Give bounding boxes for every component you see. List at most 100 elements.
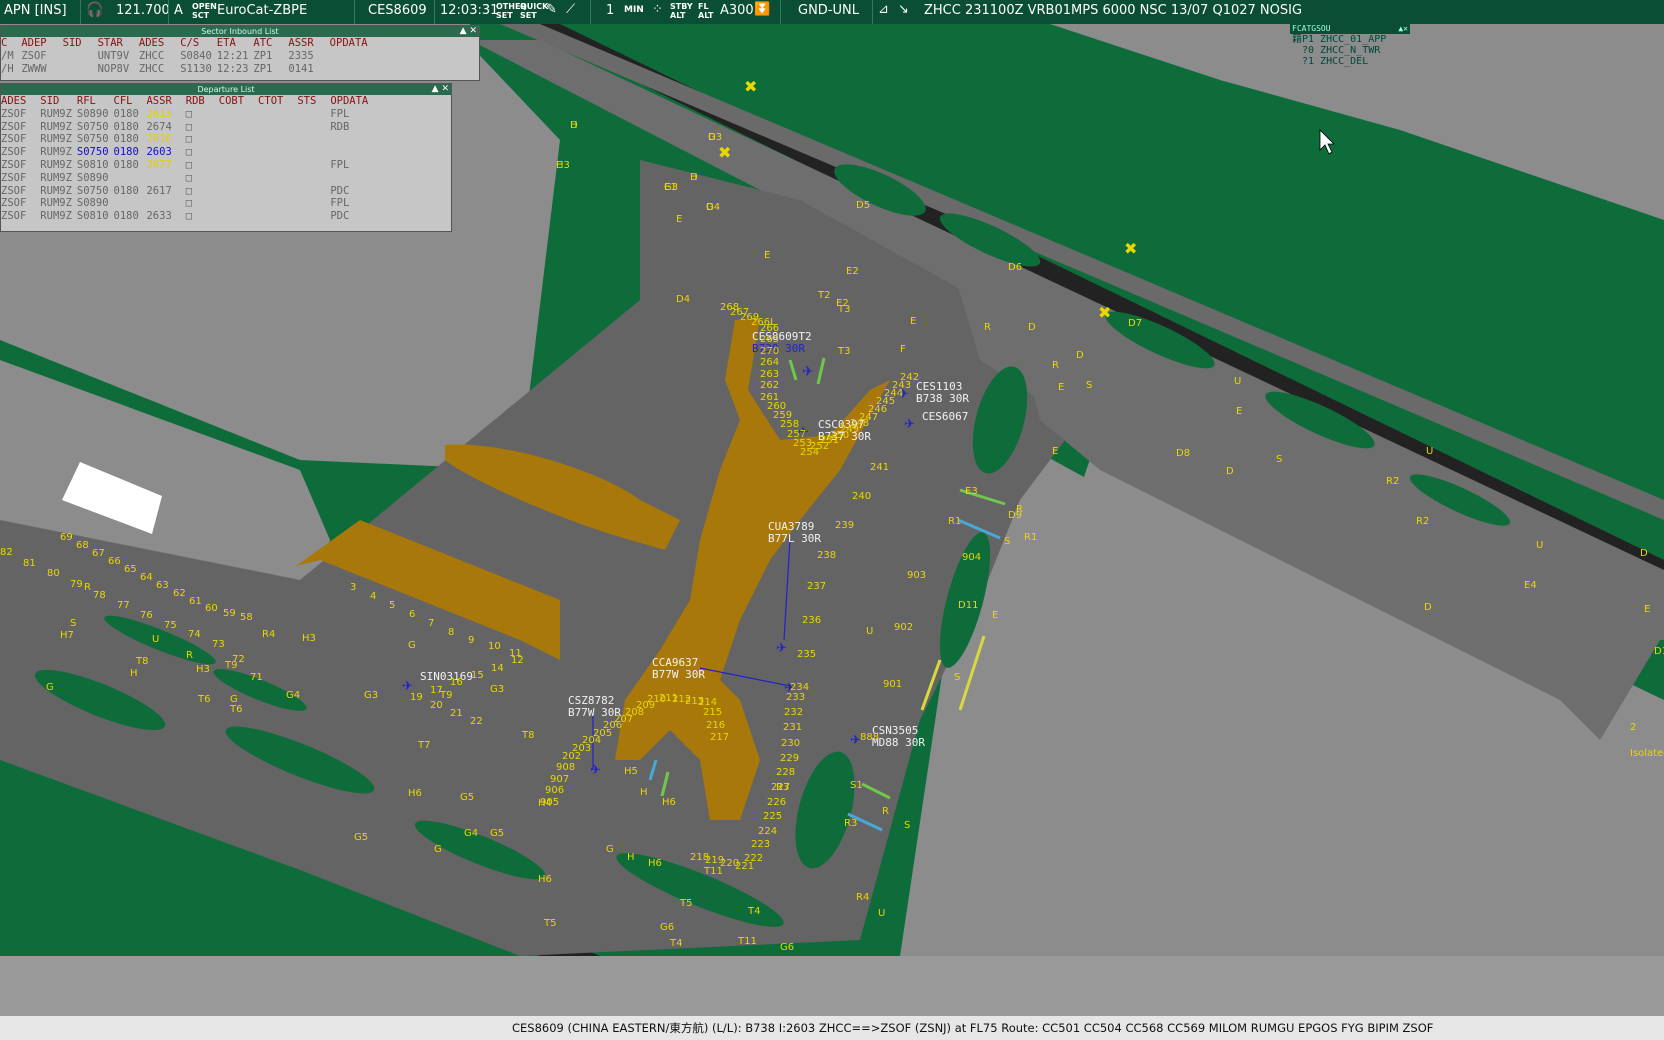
departure-row[interactable]: ZSOF RUM9Z S0750 0180 2603 □ <box>1 146 382 159</box>
fcat-item[interactable]: ?1 ZHCC_DEL <box>1290 56 1410 67</box>
unit-label[interactable]: GND-UNL <box>798 3 859 18</box>
departure-cell-cfl <box>114 172 147 185</box>
pencil-icon[interactable]: ✎ <box>546 2 557 17</box>
taxiway-label: H6 <box>648 858 662 869</box>
sector-inbound-list[interactable]: Sector Inbound List ▲ ✕ C ADEP SID STAR ADES… <box>0 25 480 81</box>
departure-cell-rdb[interactable]: □ <box>186 133 219 146</box>
column-header[interactable]: COBT <box>219 95 258 108</box>
column-header[interactable]: SID <box>40 95 77 108</box>
departure-row[interactable]: ZSOF RUM9Z S0750 0180 2617 □ PDC <box>1 185 382 198</box>
taxiway-label: G5 <box>354 832 368 843</box>
departure-row[interactable]: ZSOF RUM9Z S0890 □ <box>1 172 382 185</box>
position-label[interactable]: APN [INS] <box>4 3 67 18</box>
filter-icon[interactable]: ⏬ <box>754 2 770 17</box>
taxiway-label: T2 <box>817 290 830 301</box>
fcat-item[interactable]: 籍P1 ZHCC_01_APP <box>1290 34 1410 45</box>
mode-indicator[interactable]: A <box>174 3 183 18</box>
fl-alt-button[interactable]: FL ALT <box>698 2 713 20</box>
taxiway-label: H6 <box>538 874 552 885</box>
departure-cell-rdb[interactable]: □ <box>186 159 219 172</box>
taxiway-label: G5 <box>460 792 474 803</box>
column-header[interactable]: STAR <box>98 37 139 50</box>
taxiway-label: U <box>878 908 885 919</box>
departure-cell-rdb[interactable]: □ <box>186 121 219 134</box>
column-header[interactable]: ADES <box>139 37 180 50</box>
quick-set-button[interactable]: QUICK SET <box>520 2 548 20</box>
inbound-row[interactable]: /M ZSOF UNT9V ZHCC S0840 12:21 ZP1 2335 <box>1 50 384 63</box>
departure-row[interactable]: ZSOF RUM9Z S0750 0180 2674 □ RDB <box>1 121 382 134</box>
departure-cell-rdb[interactable]: □ <box>186 146 219 159</box>
column-header[interactable]: RFL <box>77 95 114 108</box>
minimize-icon[interactable]: ▲ <box>460 26 467 36</box>
type-label: B738 30R <box>916 392 969 405</box>
open-sct-button[interactable]: OPEN SCT <box>192 2 217 20</box>
taxiway-label: H <box>627 852 635 863</box>
column-header[interactable]: ASSR <box>146 95 185 108</box>
departure-row[interactable]: ZSOF RUM9Z S0810 0180 2677 □ FPL <box>1 159 382 172</box>
frequency-value[interactable]: 121.700 <box>116 3 170 18</box>
stby-alt-button[interactable]: STBY ALT <box>670 2 693 20</box>
stand-label: 906 <box>545 785 564 796</box>
column-header[interactable]: RDB <box>186 95 219 108</box>
column-header[interactable]: ATC <box>253 37 288 50</box>
stand-label: 233 <box>786 692 805 703</box>
stand-label: 77 <box>117 600 130 611</box>
inbound-row[interactable]: /H ZWWW NOP8V ZHCC S1130 12:23 ZP1 0141 <box>1 63 384 76</box>
column-header[interactable]: CTOT <box>258 95 297 108</box>
headset-icon[interactable]: 🎧 <box>86 2 103 18</box>
column-header[interactable]: ADES <box>1 95 40 108</box>
departure-list[interactable]: Departure List ▲ ✕ ADES SID RFL CFL ASSR RDB C… <box>0 83 452 232</box>
stand-label: 19 <box>410 692 423 703</box>
close-icon[interactable]: ✕ <box>469 26 477 36</box>
departure-cell-cfl: 0180 <box>113 158 139 171</box>
taxiway-label: D7 <box>1128 318 1142 329</box>
stand-label: 67 <box>92 548 105 559</box>
column-header[interactable]: OPDATA <box>330 37 384 50</box>
min-button[interactable]: MIN <box>624 5 644 15</box>
departure-row[interactable]: ZSOF RUM9Z S0750 0180 2636 □ <box>1 133 382 146</box>
departure-cell-rdb[interactable]: □ <box>186 197 219 210</box>
close-icon[interactable]: ▲✕ <box>1398 24 1410 34</box>
close-icon[interactable]: ✕ <box>441 84 449 94</box>
grid-icon[interactable]: ⁘ <box>652 2 663 17</box>
departure-row[interactable]: ZSOF RUM9Z S0890 □ FPL <box>1 197 382 210</box>
stand-label: 15 <box>471 670 484 681</box>
fcat-header[interactable]: FCATGSOU ▲✕ <box>1290 24 1410 34</box>
departure-row[interactable]: ZSOF RUM9Z S0810 0180 2633 □ PDC <box>1 210 382 223</box>
route-icon[interactable]: ↘ <box>898 2 909 17</box>
taxiway-label: T3 <box>837 304 850 315</box>
minimize-icon[interactable]: ▲ <box>432 84 439 94</box>
column-header[interactable]: ADEP <box>21 37 62 50</box>
column-header[interactable]: CFL <box>114 95 147 108</box>
stand-label: 224 <box>758 826 777 837</box>
range-value[interactable]: 1 <box>606 3 614 18</box>
departure-cell-cobt <box>219 185 258 198</box>
alt-filter-value[interactable]: A300 <box>720 3 754 18</box>
system-name: EuroCat-ZBPE <box>217 3 308 18</box>
column-header[interactable]: ETA <box>217 37 254 50</box>
selected-callsign[interactable]: CES8609 <box>368 3 427 18</box>
column-header[interactable]: C/S <box>180 37 217 50</box>
departure-cell-sid: RUM9Z <box>40 158 72 171</box>
inbound-list-title[interactable]: Sector Inbound List ▲ ✕ <box>1 26 479 37</box>
departure-cell-rdb[interactable]: □ <box>186 172 219 185</box>
inbound-cell: S0840 <box>180 49 212 62</box>
departure-row[interactable]: ZSOF RUM9Z S0890 0180 2613 □ FPL <box>1 108 382 121</box>
column-header[interactable]: ASSR <box>288 37 329 50</box>
column-header[interactable]: STS <box>297 95 330 108</box>
measure-tool-icon[interactable]: ⟋ <box>566 2 575 17</box>
wind-icon[interactable]: ⊿ <box>878 2 889 17</box>
departure-cell-rdb[interactable]: □ <box>186 108 219 121</box>
departure-cell-rdb[interactable]: □ <box>186 210 219 223</box>
departure-cell-rdb[interactable]: □ <box>186 185 219 198</box>
closed-cross-icon: ✖ <box>1098 303 1111 322</box>
departure-cell-rfl: S0750 <box>76 133 109 146</box>
frequency-category-panel[interactable]: FCATGSOU ▲✕ 籍P1 ZHCC_01_APP ?0 ZHCC_N_TWR… <box>1290 24 1410 76</box>
departure-list-title[interactable]: Departure List ▲ ✕ <box>1 84 451 95</box>
departure-cell-sts <box>297 172 330 185</box>
departure-cell-ades: ZSOF <box>1 171 27 184</box>
column-header[interactable]: C <box>1 37 21 50</box>
column-header[interactable]: SID <box>63 37 98 50</box>
column-header[interactable]: OPDATA <box>330 95 382 108</box>
fcat-item[interactable]: ?0 ZHCC_N_TWR <box>1290 45 1410 56</box>
